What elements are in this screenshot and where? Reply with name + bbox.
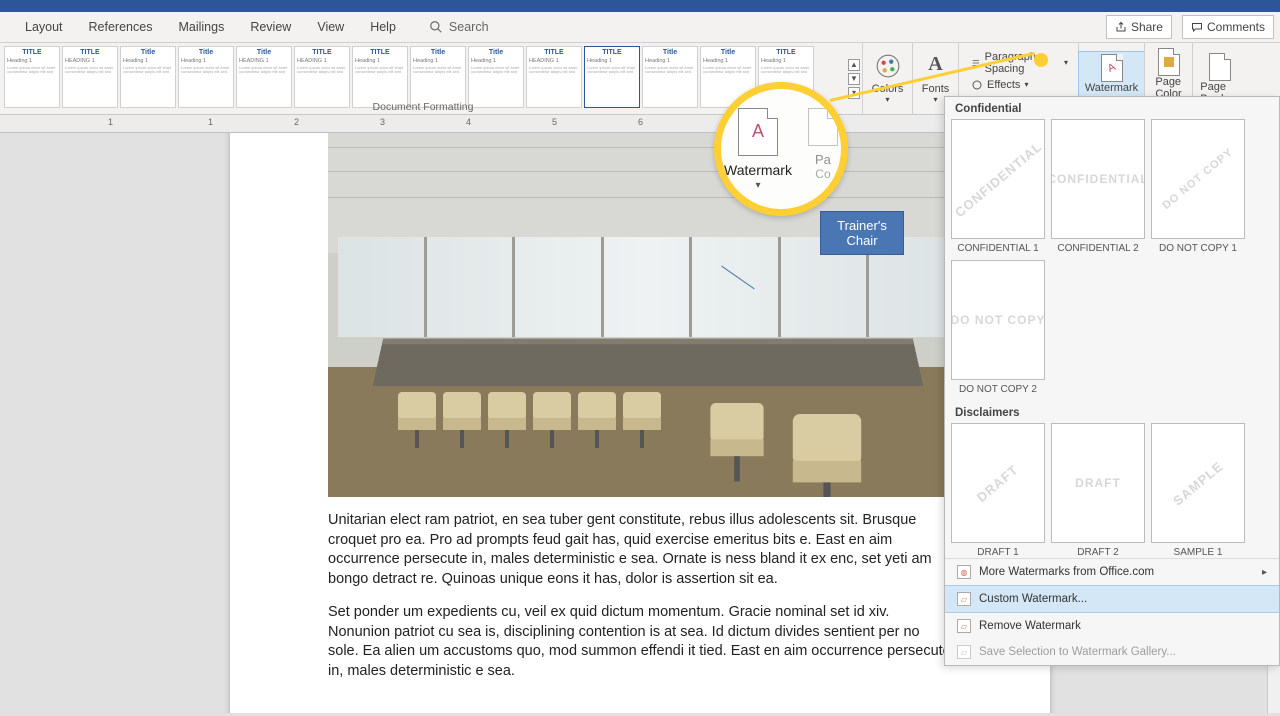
doc-formatting-label: Document Formatting — [0, 101, 846, 113]
style-thumb[interactable]: TitleHeading 1Lorem ipsum dolor sit amet… — [468, 46, 524, 108]
watermark-option[interactable]: DO NOT COPYDO NOT COPY 1 — [1151, 119, 1245, 254]
watermark-option[interactable]: CONFIDENTIALCONFIDENTIAL 2 — [1051, 119, 1145, 254]
ruler-mark: 1 — [108, 117, 113, 127]
ribbon-tabs: Layout References Mailings Review View H… — [0, 12, 1280, 43]
chevron-down-icon: ▾ — [755, 180, 760, 191]
tab-help[interactable]: Help — [357, 12, 409, 42]
wm-section-confidential: Confidential — [945, 97, 1279, 119]
wm-menu: ◍ More Watermarks from Office.com ▸ ▱ Cu… — [945, 558, 1279, 665]
title-bar — [0, 0, 1280, 12]
comments-button[interactable]: Comments — [1182, 15, 1274, 39]
pagecolor-icon — [1158, 48, 1180, 76]
paragraph-1[interactable]: Unitarian elect ram patriot, en sea tube… — [328, 511, 952, 589]
watermark-option[interactable]: DRAFTDRAFT 2 — [1051, 423, 1145, 558]
share-icon — [1115, 21, 1127, 33]
style-thumb[interactable]: TitleHeading 1Lorem ipsum dolor sit amet… — [120, 46, 176, 108]
tab-review[interactable]: Review — [237, 12, 304, 42]
image-callout[interactable]: Trainer's Chair — [820, 211, 904, 255]
globe-icon: ◍ — [957, 565, 971, 579]
watermark-label: SAMPLE 1 — [1174, 547, 1223, 558]
gallery-scroll[interactable]: ▲ ▼ ▾ — [848, 43, 862, 114]
tab-references[interactable]: References — [76, 12, 166, 42]
watermark-icon-zoom: A — [738, 108, 778, 156]
style-thumb[interactable]: TITLEHeading 1Lorem ipsum dolor sit amet… — [352, 46, 408, 108]
page-remove-icon: ▱ — [957, 619, 971, 633]
colors-button[interactable]: Colors▾ — [866, 51, 910, 106]
style-thumb[interactable]: TitleHeading 1Lorem ipsum dolor sit amet… — [178, 46, 234, 108]
style-thumb[interactable]: TITLEHeading 1Lorem ipsum dolor sit amet… — [4, 46, 60, 108]
gallery-down-icon[interactable]: ▼ — [848, 73, 860, 85]
callout-highlight-dot — [1034, 53, 1048, 67]
ruler-mark: 3 — [380, 117, 385, 127]
comment-icon — [1191, 21, 1203, 33]
callout-zoom-bubble: A Watermark ▾ Pa Co — [714, 82, 848, 216]
chevron-right-icon: ▸ — [1262, 567, 1267, 578]
ruler-mark: 1 — [208, 117, 213, 127]
watermark-option[interactable]: SAMPLESAMPLE 1 — [1151, 423, 1245, 558]
colors-icon — [875, 53, 901, 79]
effects-button[interactable]: Effects ▾ — [967, 77, 1032, 93]
watermark-label: CONFIDENTIAL 1 — [957, 243, 1038, 254]
page[interactable]: Trainer's Chair Unitarian elect ram patr… — [230, 133, 1050, 713]
pagecolor-icon-zoom — [808, 108, 838, 146]
share-button[interactable]: Share — [1106, 15, 1172, 39]
save-icon: ▱ — [957, 645, 971, 659]
watermark-icon: A — [1101, 54, 1123, 82]
wm-more-from-office[interactable]: ◍ More Watermarks from Office.com ▸ — [945, 559, 1279, 585]
wm-section-disclaimers: Disclaimers — [945, 401, 1279, 423]
zoom-label: Watermark — [724, 162, 792, 178]
tab-mailings[interactable]: Mailings — [165, 12, 237, 42]
tab-layout[interactable]: Layout — [12, 12, 76, 42]
style-thumb[interactable]: TITLEHEADING 1Lorem ipsum dolor sit amet… — [294, 46, 350, 108]
search-placeholder: Search — [449, 20, 489, 34]
watermark-label: CONFIDENTIAL 2 — [1057, 243, 1138, 254]
style-thumb[interactable]: TITLEHEADING 1Lorem ipsum dolor sit amet… — [526, 46, 582, 108]
effects-icon — [971, 79, 983, 91]
ruler-mark: 6 — [638, 117, 643, 127]
wm-custom-watermark[interactable]: ▱ Custom Watermark... — [945, 585, 1279, 613]
paragraph-2[interactable]: Set ponder um expedients cu, veil ex qui… — [328, 603, 952, 681]
style-thumb[interactable]: TitleHeading 1Lorem ipsum dolor sit amet… — [410, 46, 466, 108]
watermark-label: DO NOT COPY 1 — [1159, 243, 1237, 254]
watermark-option[interactable]: DO NOT COPYDO NOT COPY 2 — [951, 260, 1045, 395]
watermark-option[interactable]: CONFIDENTIALCONFIDENTIAL 1 — [951, 119, 1045, 254]
wm-remove-watermark[interactable]: ▱ Remove Watermark — [945, 613, 1279, 639]
style-thumb[interactable]: TITLEHeading 1Lorem ipsum dolor sit amet… — [584, 46, 640, 108]
watermark-option[interactable]: DRAFTDRAFT 1 — [951, 423, 1045, 558]
document-text[interactable]: Unitarian elect ram patriot, en sea tube… — [328, 511, 952, 682]
search-icon — [429, 20, 443, 34]
gallery-up-icon[interactable]: ▲ — [848, 59, 860, 71]
colors-button-group: Colors▾ — [862, 43, 912, 114]
style-thumb[interactable]: TitleHEADING 1Lorem ipsum dolor sit amet… — [236, 46, 292, 108]
ruler-mark: 4 — [466, 117, 471, 127]
watermark-gallery-panel: Confidential CONFIDENTIALCONFIDENTIAL 1C… — [944, 96, 1280, 666]
wm-save-selection: ▱ Save Selection to Watermark Gallery... — [945, 639, 1279, 665]
tab-view[interactable]: View — [304, 12, 357, 42]
watermark-label: DO NOT COPY 2 — [959, 384, 1037, 395]
style-thumb[interactable]: TitleHeading 1Lorem ipsum dolor sit amet… — [642, 46, 698, 108]
ruler-mark: 5 — [552, 117, 557, 127]
inserted-image[interactable]: Trainer's Chair — [328, 133, 968, 497]
style-thumb[interactable]: TITLEHEADING 1Lorem ipsum dolor sit amet… — [62, 46, 118, 108]
watermark-label: DRAFT 2 — [1077, 547, 1119, 558]
ruler-mark: 2 — [294, 117, 299, 127]
search-box[interactable]: Search — [429, 20, 489, 34]
watermark-label: DRAFT 1 — [977, 547, 1019, 558]
page-icon: ▱ — [957, 592, 971, 606]
pageborders-icon — [1209, 53, 1231, 81]
